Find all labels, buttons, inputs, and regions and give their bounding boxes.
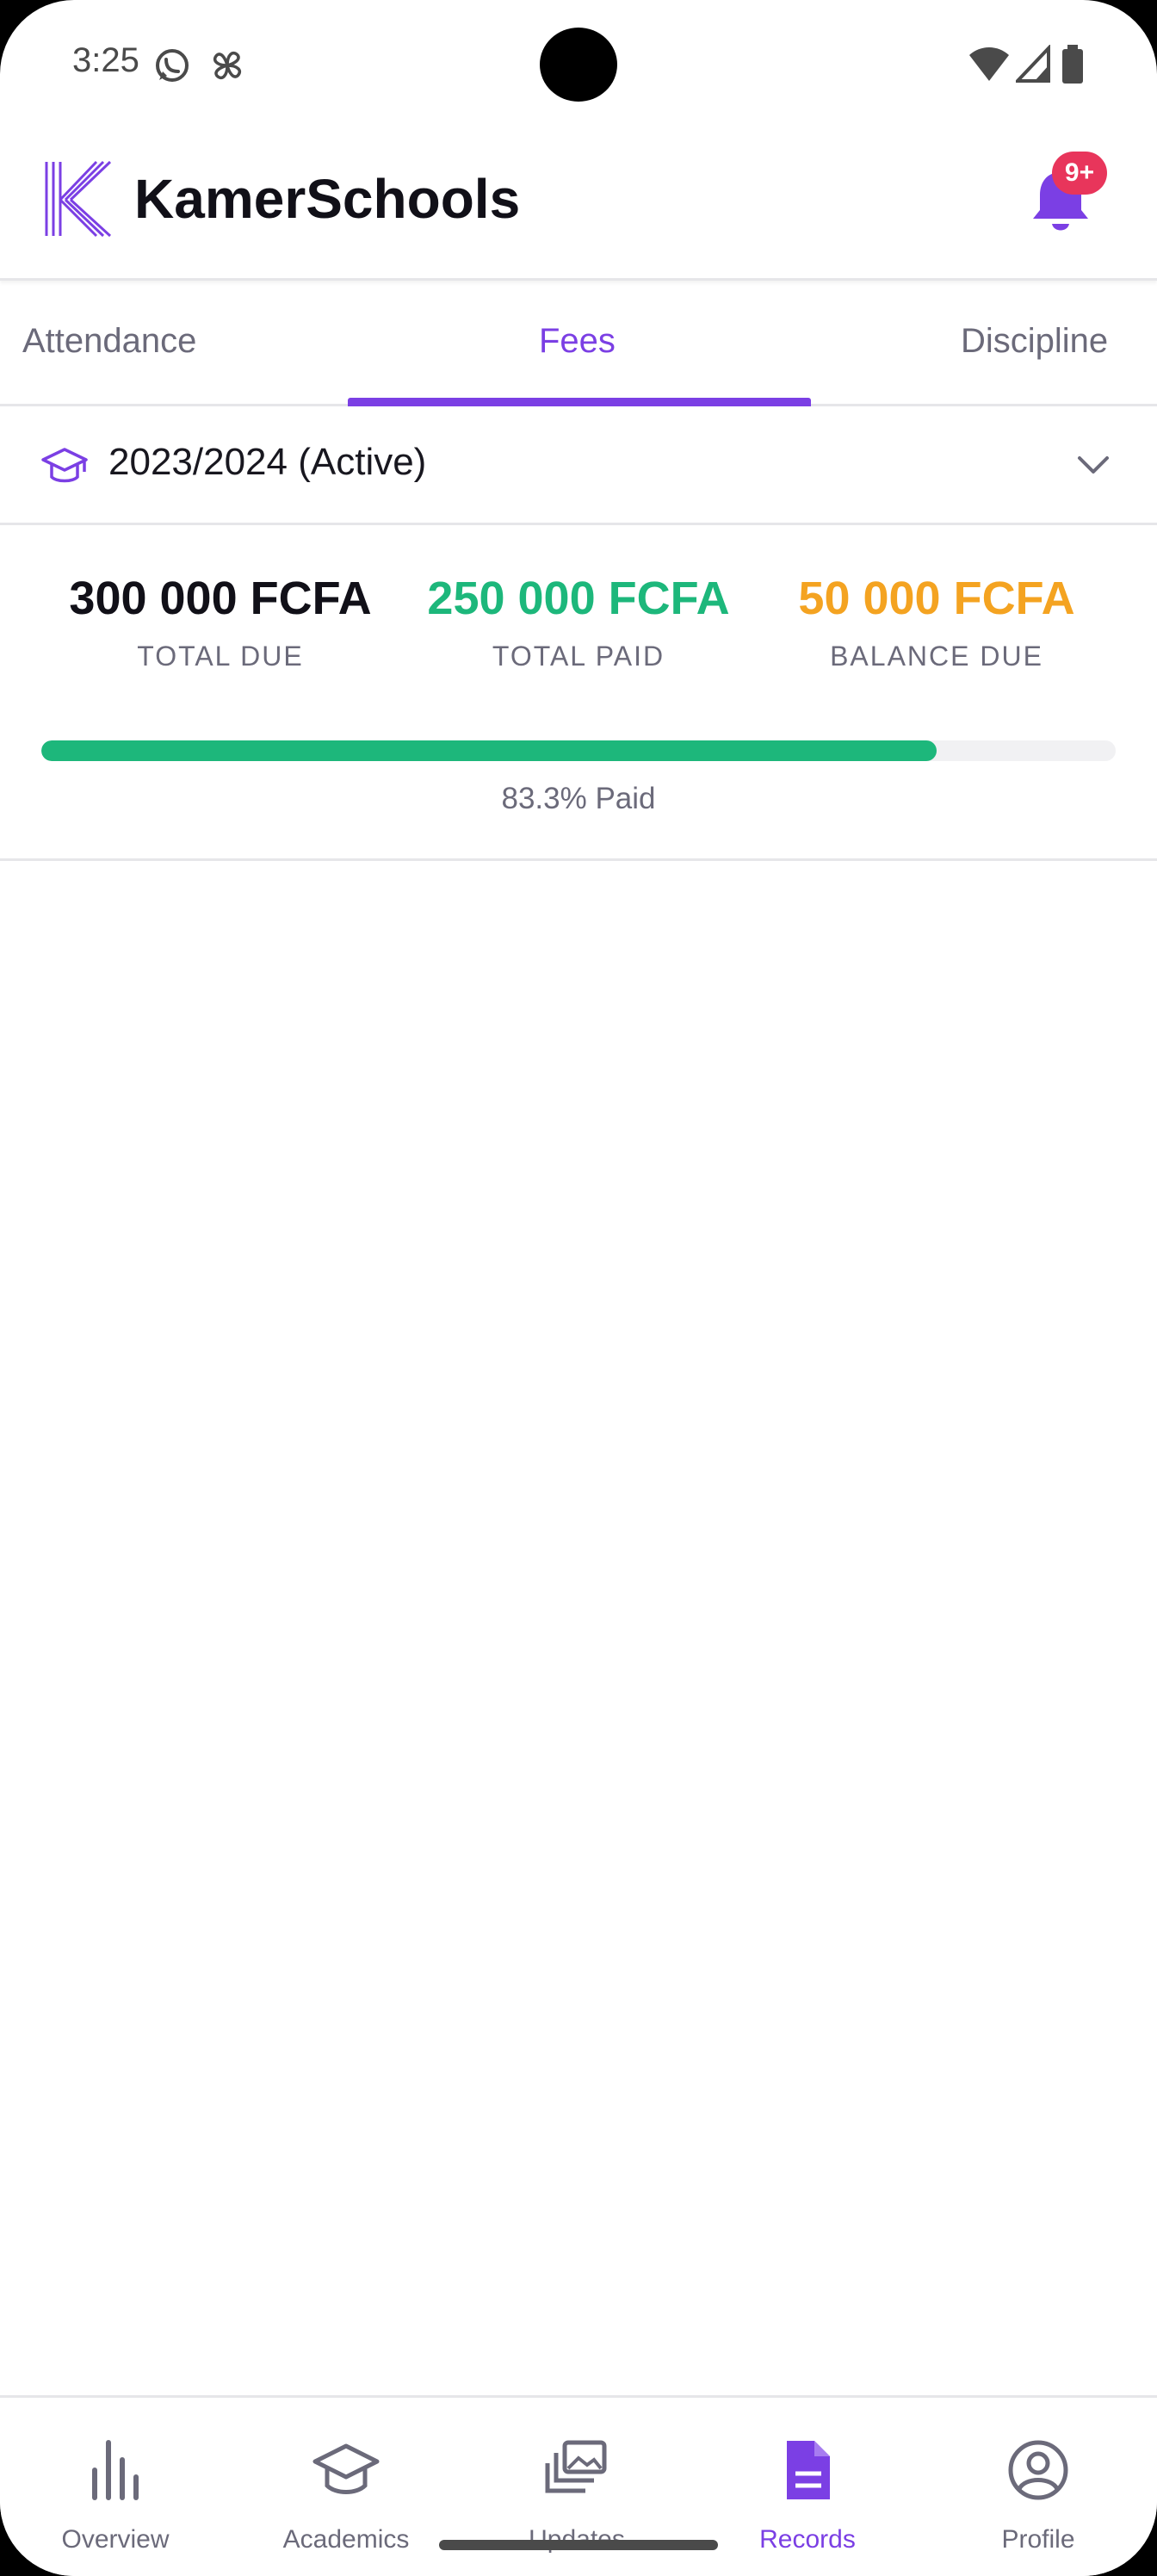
- nav-overview-label: Overview: [61, 2525, 170, 2554]
- app-bar: KamerSchools 9+: [0, 129, 1157, 281]
- payment-progress-bar: [41, 740, 1116, 761]
- fees-summary: 300 000 FCFA TOTAL DUE 250 000 FCFA TOTA…: [0, 525, 1157, 861]
- app-title: KamerSchools: [134, 168, 521, 230]
- notification-badge: 9+: [1052, 152, 1107, 195]
- total-paid-label: TOTAL PAID: [492, 641, 665, 672]
- status-time: 3:25: [72, 41, 139, 79]
- nav-records[interactable]: Records: [692, 2398, 923, 2576]
- nav-academics-label: Academics: [282, 2525, 410, 2554]
- balance-due-value: 50 000 FCFA: [798, 573, 1075, 624]
- total-due-value: 300 000 FCFA: [69, 573, 372, 624]
- wifi-icon: [969, 47, 1009, 81]
- tab-fees[interactable]: Fees: [539, 322, 616, 361]
- tab-attendance[interactable]: Attendance: [22, 322, 196, 361]
- total-due-label: TOTAL DUE: [137, 641, 304, 672]
- chevron-down-icon[interactable]: [1074, 449, 1112, 480]
- nav-profile-label: Profile: [1001, 2525, 1075, 2554]
- app-screen: 3:25 KamerSchools 9+ Attendance Fees Dis…: [0, 0, 1157, 2576]
- kamerschools-logo: [45, 160, 112, 238]
- user-circle-icon: [1008, 2440, 1068, 2500]
- graduation-cap-icon: [312, 2443, 380, 2494]
- graduation-cap-icon: [41, 448, 88, 483]
- nav-academics[interactable]: Academics: [231, 2398, 461, 2576]
- active-tab-indicator: [348, 398, 811, 406]
- document-icon: [787, 2441, 830, 2499]
- total-paid-value: 250 000 FCFA: [427, 573, 730, 624]
- nav-profile[interactable]: Profile: [923, 2398, 1154, 2576]
- cellular-signal-icon: [1016, 45, 1050, 83]
- bar-chart-icon: [92, 2440, 139, 2500]
- front-camera: [540, 28, 617, 102]
- nav-records-label: Records: [759, 2525, 856, 2554]
- battery-icon: [1062, 45, 1083, 84]
- whatsapp-icon: [156, 49, 189, 82]
- total-due-stat: 300 000 FCFA TOTAL DUE: [40, 572, 401, 672]
- nav-overview[interactable]: Overview: [0, 2398, 231, 2576]
- academic-year-label: 2023/2024 (Active): [108, 441, 427, 483]
- home-indicator[interactable]: [439, 2540, 718, 2550]
- payment-progress-text: 83.3% Paid: [501, 782, 656, 815]
- pinwheel-icon: [213, 51, 242, 80]
- stacked-images-icon: [545, 2440, 607, 2493]
- records-tabs: Attendance Fees Discipline: [0, 281, 1157, 406]
- balance-due-stat: 50 000 FCFA BALANCE DUE: [756, 572, 1117, 672]
- academic-year-selector[interactable]: 2023/2024 (Active): [0, 406, 1157, 525]
- balance-due-label: BALANCE DUE: [830, 641, 1043, 672]
- tab-discipline[interactable]: Discipline: [961, 322, 1108, 361]
- payment-progress-fill: [41, 740, 937, 761]
- status-bar: 3:25: [0, 0, 1157, 129]
- total-paid-stat: 250 000 FCFA TOTAL PAID: [398, 572, 759, 672]
